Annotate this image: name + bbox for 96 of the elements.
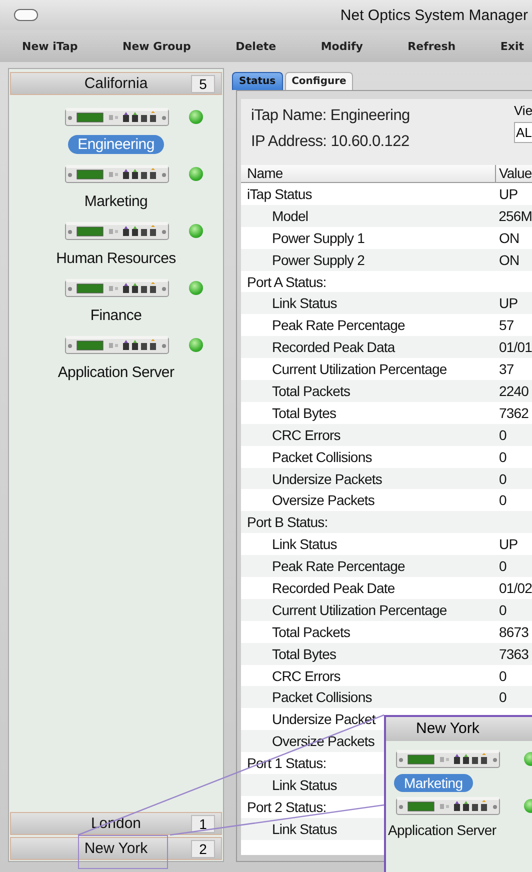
property-value: 0 [498, 470, 506, 489]
toolbar-button[interactable]: Delete [234, 38, 278, 54]
toolbar-button[interactable]: New iTap [20, 38, 80, 54]
group-header[interactable]: California 5 [10, 72, 222, 95]
property-value: 8673 [498, 622, 529, 642]
property-value: UP [498, 294, 518, 314]
property-value: 0 [498, 688, 506, 708]
column-header[interactable]: Value [496, 165, 532, 182]
property-name: Link Status [272, 776, 337, 793]
property-value: 2240 [498, 382, 529, 401]
property-name: Packet Collisions [272, 448, 372, 465]
property-name: CRC Errors [272, 426, 340, 443]
property-name: Oversize Packets [272, 733, 375, 750]
property-value: 57 [498, 316, 514, 336]
property-value: 7363 [498, 644, 529, 664]
property-value: UP [498, 184, 518, 204]
toolbar-button[interactable]: Exit [498, 38, 526, 54]
device-label[interactable]: Application Server [48, 363, 184, 382]
network-device-icon [396, 749, 500, 769]
network-device-icon [65, 107, 169, 127]
status-light-icon [189, 224, 203, 238]
property-value: 0 [498, 557, 506, 576]
property-name: Total Packets [272, 382, 350, 399]
device-label[interactable]: Human Resources [46, 249, 186, 268]
property-name: Link Status [272, 536, 337, 552]
group-count: 5 [191, 75, 215, 93]
itap-name: iTap Name: Engineering [251, 106, 410, 126]
device-label[interactable]: Application Server [386, 821, 506, 839]
property-name: Port 2 Status: [247, 798, 326, 815]
tab[interactable]: Status [232, 72, 283, 90]
status-light-icon [189, 338, 203, 352]
device-label[interactable]: Marketing [394, 774, 473, 792]
group-name: London [90, 815, 142, 832]
property-name: Total Bytes [272, 404, 336, 421]
toolbar-button[interactable]: Modify [318, 38, 365, 54]
property-name: Link Status [272, 820, 337, 837]
view-label: Vie [514, 103, 532, 118]
window-control[interactable] [14, 9, 38, 21]
property-value: 0 [498, 666, 506, 686]
property-value: 37 [498, 360, 514, 380]
property-value: 01/02 [498, 578, 532, 598]
property-name: Power Supply 2 [272, 252, 364, 268]
property-name: Recorded Peak Date [272, 580, 395, 596]
network-device-icon [65, 278, 169, 298]
property-name: Port A Status: [247, 274, 326, 290]
status-light-icon [189, 281, 203, 295]
ip-address: IP Address: 10.60.0.122 [251, 132, 410, 152]
column-header[interactable]: Name [241, 165, 496, 182]
property-name: Total Packets [272, 624, 350, 640]
status-light-icon [189, 110, 203, 124]
network-device-icon [65, 164, 169, 184]
property-value: 01/01 [498, 338, 532, 358]
property-value: ON [498, 250, 520, 270]
property-value: 0 [498, 426, 506, 445]
property-name: Oversize Packets [272, 492, 375, 508]
window-title: Net Optics System Manager [340, 6, 528, 24]
toolbar-button[interactable]: New Group [120, 38, 193, 54]
property-value: ON [498, 228, 520, 248]
group-header[interactable]: New York [386, 717, 532, 741]
status-light-icon [189, 167, 203, 181]
property-name: Recorded Peak Data [272, 339, 395, 356]
tab[interactable]: Configure [284, 72, 354, 90]
property-value: 0 [498, 491, 506, 510]
network-device-icon [65, 335, 169, 355]
group-header[interactable]: London 1 [10, 812, 222, 835]
property-name: Power Supply 1 [272, 230, 364, 246]
property-name: Port B Status: [247, 514, 328, 530]
group-name: New York [84, 840, 148, 857]
property-value: 256M [498, 206, 532, 226]
group-count: 1 [191, 815, 215, 833]
property-name: Undersize Packet [272, 711, 376, 728]
group-name: California [84, 75, 148, 92]
toolbar-button[interactable]: Refresh [406, 38, 458, 54]
device-label[interactable]: Marketing [74, 192, 158, 211]
property-value: 0 [498, 600, 506, 620]
property-name: Current Utilization Percentage [272, 361, 447, 378]
property-value: 7362 [498, 404, 529, 423]
property-value: UP [498, 535, 518, 554]
property-name: Peak Rate Percentage [272, 558, 405, 574]
property-name: Link Status [272, 295, 337, 312]
property-name: Current Utilization Percentage [272, 602, 447, 618]
network-device-icon [65, 221, 169, 241]
property-name: Model [272, 208, 308, 224]
property-name: Packet Collisions [272, 689, 372, 706]
property-value: 0 [498, 448, 506, 467]
property-name: CRC Errors [272, 668, 340, 684]
property-name: iTap Status [247, 186, 312, 202]
property-name: Peak Rate Percentage [272, 317, 405, 334]
group-header[interactable]: New York 2 [10, 837, 222, 860]
device-label[interactable]: Engineering [68, 135, 164, 154]
property-name: Undersize Packets [272, 470, 382, 487]
network-device-icon [396, 796, 500, 816]
view-dropdown[interactable]: AL [514, 122, 532, 143]
group-count: 2 [191, 840, 215, 858]
property-name: Total Bytes [272, 646, 336, 662]
device-label[interactable]: Finance [80, 306, 152, 325]
